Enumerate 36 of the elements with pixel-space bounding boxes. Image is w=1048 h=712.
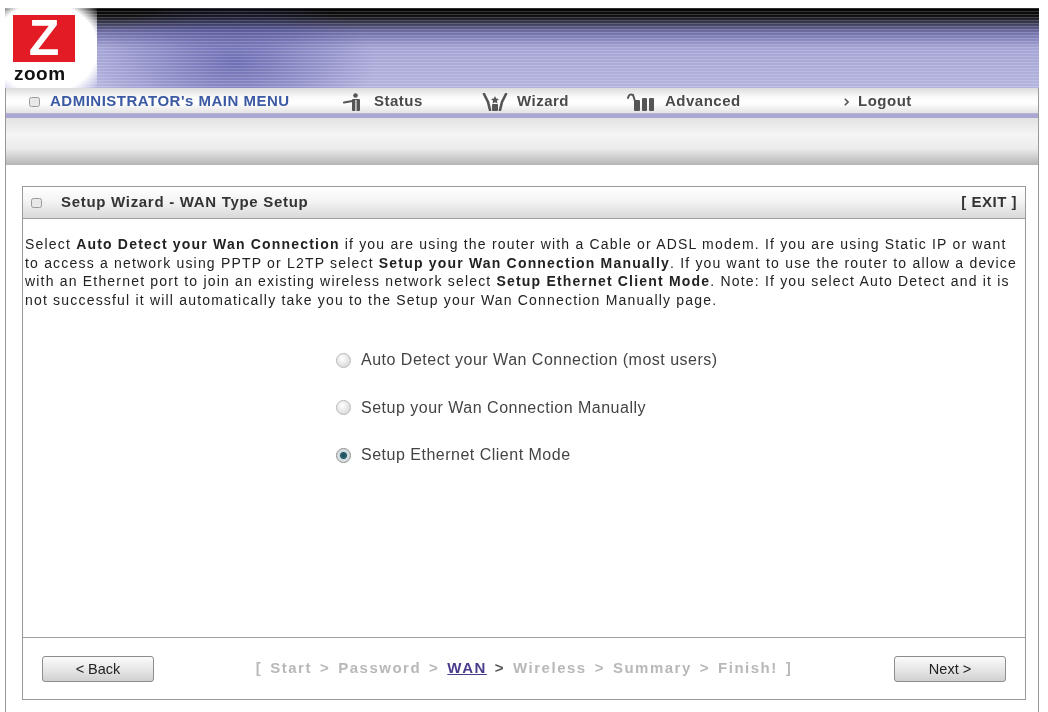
menu-link[interactable]: Wizard bbox=[482, 90, 570, 113]
logo-mark: Z bbox=[13, 15, 75, 62]
menu-link[interactable]: Status bbox=[343, 90, 423, 113]
next-button[interactable]: Next > bbox=[894, 655, 1006, 682]
radio-button[interactable] bbox=[336, 400, 351, 415]
option-label[interactable]: Auto Detect your Wan Connection (most users) bbox=[361, 348, 718, 372]
menu-link[interactable]: Advanced bbox=[626, 90, 741, 113]
square-bullet-icon bbox=[31, 197, 42, 208]
logo-wordmark: zoom bbox=[13, 65, 66, 83]
option-label[interactable]: Setup Ethernet Client Mode bbox=[361, 443, 571, 467]
menu-link[interactable]: Logout bbox=[844, 90, 912, 113]
breadcrumb-separator: > bbox=[429, 658, 440, 679]
wizard-step: Password bbox=[338, 657, 422, 680]
exit-link[interactable]: [ EXIT ] bbox=[961, 191, 1017, 214]
wizard-step: Wireless bbox=[513, 657, 587, 680]
breadcrumb-separator: > bbox=[494, 658, 506, 679]
option-label[interactable]: Setup your Wan Connection Manually bbox=[361, 395, 646, 420]
wizard-step: Start bbox=[270, 657, 312, 680]
breadcrumb-separator: > bbox=[699, 658, 711, 679]
wizard-step: Summary bbox=[612, 657, 692, 680]
instructions-text: Select Auto Detect your Wan Connection if you are using the router with a Cable or ADSL modem. If you are using Static IP or want to access a network using PPTP or L2TP select Setup your Wan Connection Manually. If you want to use the router to allow a device with an Ethernet port to join an existing wireless network select Setup Ethernet Client Mode. Note: If you select Auto Detect and it is not successful it will automatically take you to the Setup your Wan Connection Manually page. bbox=[25, 235, 1019, 309]
square-bullet-icon bbox=[29, 96, 40, 107]
breadcrumb-separator: > bbox=[319, 658, 331, 679]
breadcrumb-bracket: ] bbox=[785, 658, 793, 679]
radio-button[interactable] bbox=[336, 352, 351, 368]
panel-title: Setup Wizard - WAN Type Setup bbox=[61, 192, 309, 213]
radio-button[interactable] bbox=[336, 447, 351, 463]
raised-arms-figure-icon bbox=[482, 92, 508, 111]
main-menu-title: ADMINISTRATOR's MAIN MENU bbox=[50, 91, 290, 112]
wizard-step: Finish! bbox=[718, 657, 778, 680]
chevron-right-icon bbox=[844, 97, 849, 106]
figures-icon bbox=[626, 92, 656, 111]
breadcrumb-bracket: [ bbox=[255, 658, 263, 679]
breadcrumb-separator: > bbox=[594, 658, 605, 679]
wizard-step-link[interactable]: WAN bbox=[447, 657, 487, 680]
back-button[interactable]: < Back bbox=[42, 655, 154, 682]
